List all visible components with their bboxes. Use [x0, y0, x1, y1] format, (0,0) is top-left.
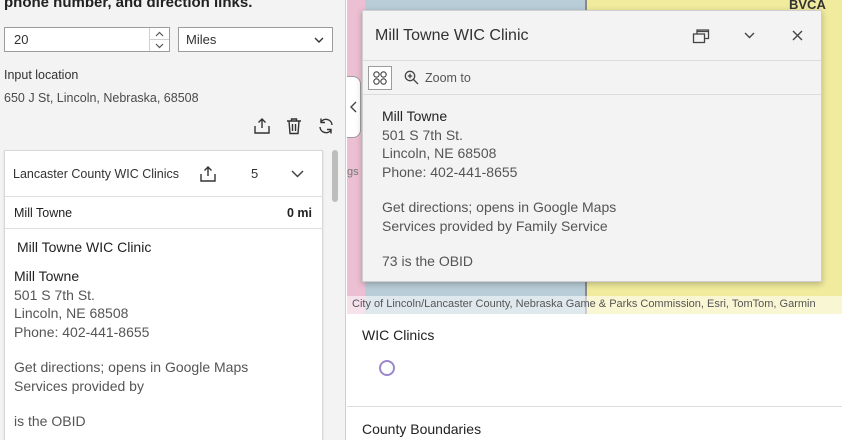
- popup-directions-link[interactable]: Get directions; opens in Google Maps: [382, 198, 821, 217]
- detail-city: Lincoln, NE 68508: [14, 305, 129, 321]
- popup-header: Mill Towne WIC Clinic: [363, 11, 821, 61]
- results-card: Lancaster County WIC Clinics 5 Mill Town…: [4, 150, 323, 440]
- result-name: Mill Towne: [14, 205, 73, 220]
- trash-icon: [287, 118, 301, 135]
- result-details: Mill Towne 501 S 7th St. Lincoln, NE 685…: [5, 255, 322, 431]
- popup-name: Mill Towne: [382, 108, 448, 124]
- result-row[interactable]: Mill Towne 0 mi: [5, 197, 322, 229]
- zoom-to-label: Zoom to: [425, 70, 471, 85]
- export-icon: [254, 118, 270, 134]
- export-button[interactable]: [250, 114, 274, 138]
- zoom-in-icon: [404, 70, 419, 85]
- results-scrollbar[interactable]: [332, 150, 338, 202]
- popup-toolbar: Zoom to: [363, 61, 821, 95]
- popup-body: Mill Towne 501 S 7th St. Lincoln, NE 685…: [363, 95, 821, 271]
- collapse-popup-button[interactable]: [725, 11, 773, 61]
- collapse-panel-button[interactable]: [347, 76, 361, 138]
- unit-select-value: Miles: [186, 32, 217, 47]
- layer-count: 5: [251, 166, 259, 181]
- dock-icon: [692, 28, 710, 43]
- refresh-button[interactable]: [314, 114, 338, 138]
- detail-directions-link[interactable]: Get directions; opens in Google Maps: [14, 358, 322, 377]
- map-place-label-left: gs: [347, 166, 359, 178]
- distance-value[interactable]: 20: [5, 32, 149, 47]
- detail-services: Services provided by: [14, 377, 144, 394]
- legend-divider: [347, 406, 842, 407]
- result-distance: 0 mi: [286, 205, 312, 220]
- input-location-value: 650 J St, Lincoln, Nebraska, 68508: [4, 91, 199, 105]
- actions-menu-button[interactable]: [368, 65, 392, 90]
- legend-circle-icon: [379, 360, 395, 376]
- result-popup-title: Mill Towne WIC Clinic: [17, 239, 152, 255]
- detail-obid: is the OBID: [14, 413, 86, 429]
- detail-phone: Phone: 402-441-8655: [14, 323, 150, 340]
- close-icon: [792, 30, 802, 41]
- map-legend: WIC Clinics County Boundaries: [347, 314, 842, 440]
- close-popup-button[interactable]: [773, 11, 821, 61]
- popup-title: Mill Towne WIC Clinic: [375, 26, 529, 44]
- layer-header[interactable]: Lancaster County WIC Clinics 5: [5, 151, 322, 197]
- input-location-label: Input location: [4, 68, 79, 82]
- grid-icon: [373, 70, 387, 85]
- layer-title: Lancaster County WIC Clinics: [13, 166, 180, 181]
- feature-popup: Mill Towne WIC Clinic Zoom to Mill Towne…: [362, 10, 822, 282]
- stepper-up-button[interactable]: [150, 28, 169, 39]
- stepper-down-button[interactable]: [150, 39, 169, 51]
- map-attribution: City of Lincoln/Lancaster County, Nebras…: [347, 296, 842, 314]
- detail-address: 501 S 7th St.: [14, 286, 95, 303]
- chevron-down-icon: [744, 32, 754, 39]
- popup-address: 501 S 7th St.: [382, 126, 463, 143]
- result-actions: [250, 114, 338, 138]
- chevron-down-icon[interactable]: [291, 169, 304, 178]
- dock-button[interactable]: [677, 11, 725, 61]
- unit-select[interactable]: Miles: [178, 27, 333, 52]
- popup-city: Lincoln, NE 68508: [382, 145, 497, 161]
- popup-obid: 73 is the OBID: [382, 253, 474, 269]
- chevron-down-icon: [314, 37, 324, 43]
- legend-layer-wic-clinics: WIC Clinics: [362, 327, 435, 343]
- chevron-left-icon: [350, 101, 357, 113]
- popup-services: Services provided by Family Service: [382, 217, 608, 234]
- distance-input[interactable]: 20: [4, 27, 170, 52]
- clear-button[interactable]: [282, 114, 306, 138]
- share-icon[interactable]: [199, 165, 217, 183]
- panel-heading: phone number, and direction links.: [4, 0, 253, 11]
- zoom-to-button[interactable]: Zoom to: [404, 70, 471, 85]
- popup-phone: Phone: 402-441-8655: [382, 163, 518, 180]
- distance-stepper[interactable]: [149, 28, 169, 51]
- search-panel: phone number, and direction links. 20 Mi…: [0, 0, 346, 440]
- detail-name: Mill Towne: [14, 268, 80, 284]
- chevron-down-icon: [155, 43, 164, 48]
- legend-layer-county-boundaries: County Boundaries: [362, 421, 482, 437]
- chevron-up-icon: [155, 31, 164, 36]
- refresh-icon: [319, 118, 333, 134]
